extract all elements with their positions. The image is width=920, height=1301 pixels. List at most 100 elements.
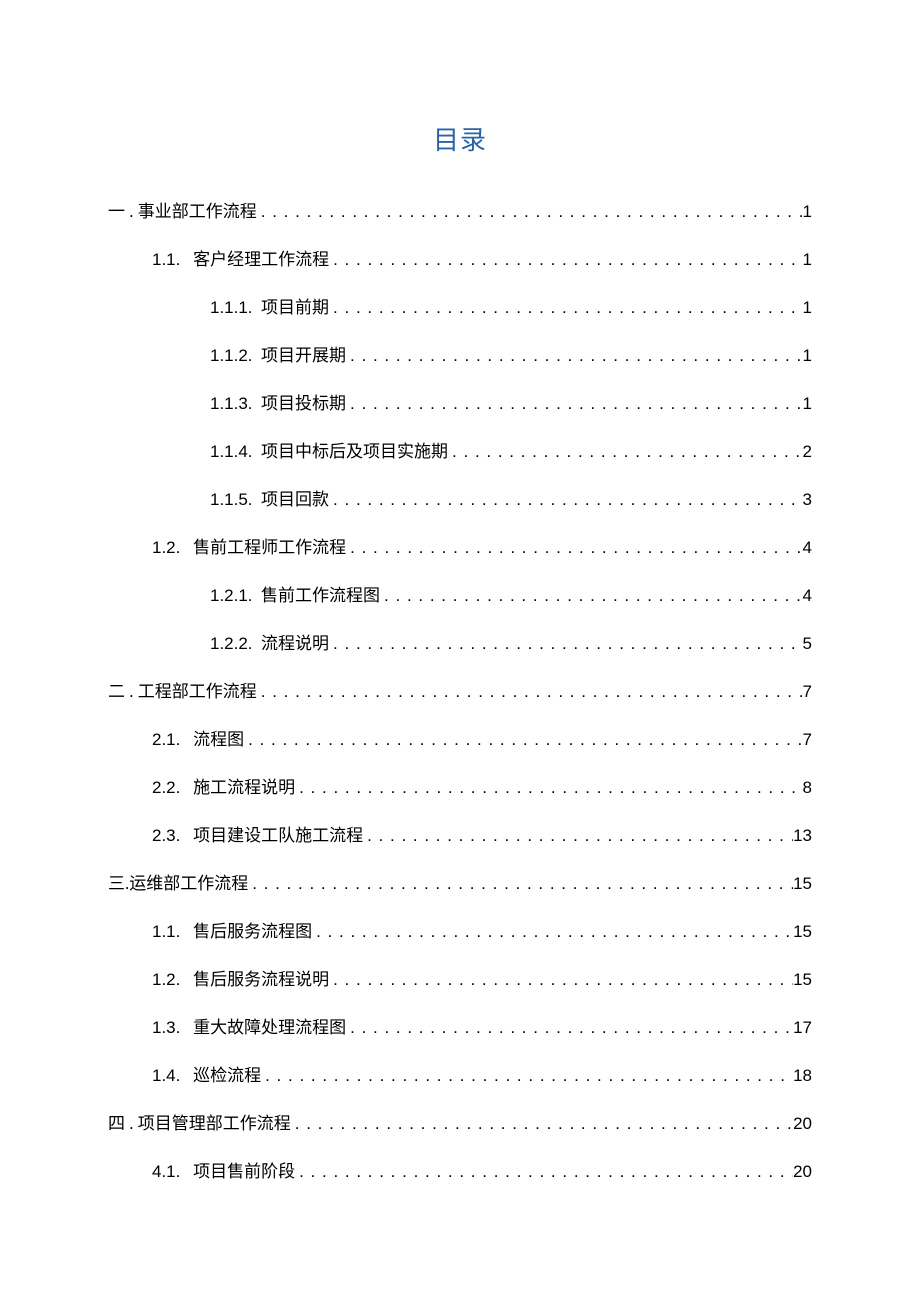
toc-entry-separator [253, 490, 262, 510]
toc-entry-label: 项目中标后及项目实施期 [261, 437, 448, 462]
toc-entry-label: 项目建设工队施工流程 [193, 821, 363, 846]
toc-entry-label: 项目投标期 [261, 389, 346, 414]
toc-dot-leader [261, 1066, 793, 1086]
toc-entry: 1.2. 售前工程师工作流程 4 [108, 533, 812, 581]
toc-entry: 1.4. 巡检流程 18 [108, 1061, 812, 1109]
toc-entry-separator [180, 250, 193, 270]
toc-entry-label: 售前工作流程图 [261, 581, 380, 606]
toc-entry-number: 1.1. [152, 250, 180, 270]
toc-entry-number: 1.2. [152, 538, 180, 558]
toc-entry-label: 流程说明 [261, 629, 329, 654]
toc-entry-separator [180, 730, 193, 750]
toc-entry-label: 项目售前阶段 [193, 1157, 295, 1182]
toc-entry-number: 1.1.1. [210, 298, 253, 318]
toc-entry: 1.1.3. 项目投标期 1 [108, 389, 812, 437]
toc-entry: 四 . 项目管理部工作流程 20 [108, 1109, 812, 1157]
toc-dot-leader [312, 922, 793, 942]
toc-entry-separator [180, 826, 193, 846]
toc-entry-separator: . [129, 1114, 138, 1134]
toc-entry-page: 1 [803, 394, 812, 414]
toc-entry-label: 事业部工作流程 [138, 197, 257, 222]
toc-dot-leader [257, 682, 803, 702]
toc-entry: 三.运维部工作流程 15 [108, 869, 812, 917]
toc-dot-leader [329, 490, 802, 510]
toc-entry-number: 4.1. [152, 1162, 180, 1182]
toc-entry: 1.1.4. 项目中标后及项目实施期2 [108, 437, 812, 485]
toc-entry-separator [253, 298, 262, 318]
toc-entry: 2.3. 项目建设工队施工流程 13 [108, 821, 812, 869]
toc-entry-separator [180, 778, 193, 798]
toc-dot-leader [346, 1018, 793, 1038]
toc-entry-page: 3 [803, 490, 812, 510]
toc-entry-label: 项目前期 [261, 293, 329, 318]
toc-entry-number: 2.1. [152, 730, 180, 750]
toc-dot-leader [291, 1114, 793, 1134]
toc-dot-leader [295, 1162, 793, 1182]
toc-entry-number: 2.2. [152, 778, 180, 798]
toc-entry-page: 18 [793, 1066, 812, 1086]
toc-entry-separator: . [129, 202, 138, 222]
toc-entry: 1.2.1. 售前工作流程图 4 [108, 581, 812, 629]
toc-entry-label: 巡检流程 [193, 1061, 261, 1086]
toc-entry-label: 售后服务流程说明 [193, 965, 329, 990]
toc-dot-leader [346, 538, 802, 558]
toc-entry-separator [180, 1018, 193, 1038]
toc-entry-page: 2 [803, 442, 812, 462]
toc-entry-number: 1.1.5. [210, 490, 253, 510]
toc-entry-number: 1.2.2. [210, 634, 253, 654]
toc-entry-number: 三. [108, 869, 129, 894]
toc-entry-separator [180, 922, 193, 942]
toc-entry-page: 15 [793, 874, 812, 894]
toc-list: 一 . 事业部工作流程 11.1. 客户经理工作流程 11.1.1. 项目前期1… [108, 197, 812, 1205]
toc-entry-page: 15 [793, 970, 812, 990]
toc-entry-separator [253, 634, 262, 654]
toc-entry: 1.1.1. 项目前期1 [108, 293, 812, 341]
toc-entry-page: 13 [793, 826, 812, 846]
toc-entry-separator: . [129, 682, 138, 702]
toc-entry-page: 8 [803, 778, 812, 798]
toc-entry-number: 1.2. [152, 970, 180, 990]
toc-dot-leader [329, 970, 793, 990]
toc-entry-label: 流程图 [193, 725, 244, 750]
toc-entry-number: 一 [108, 197, 129, 222]
document-page: 目录 一 . 事业部工作流程 11.1. 客户经理工作流程 11.1.1. 项目… [0, 0, 920, 1205]
toc-entry-number: 1.2.1. [210, 586, 253, 606]
toc-title: 目录 [108, 120, 812, 157]
toc-dot-leader [346, 346, 802, 366]
toc-entry-label: 售前工程师工作流程 [193, 533, 346, 558]
toc-entry-number: 1.1.2. [210, 346, 253, 366]
toc-dot-leader [448, 442, 802, 462]
toc-entry-page: 1 [803, 346, 812, 366]
toc-entry-separator [180, 1066, 193, 1086]
toc-dot-leader [329, 634, 802, 654]
toc-entry-label: 运维部工作流程 [129, 869, 248, 894]
toc-entry-number: 1.1.3. [210, 394, 253, 414]
toc-entry-page: 4 [803, 538, 812, 558]
toc-entry: 4.1. 项目售前阶段 20 [108, 1157, 812, 1205]
toc-entry: 2.1. 流程图 7 [108, 725, 812, 773]
toc-entry-label: 项目管理部工作流程 [138, 1109, 291, 1134]
toc-entry: 1.3. 重大故障处理流程图 17 [108, 1013, 812, 1061]
toc-entry-label: 项目回款 [261, 485, 329, 510]
toc-entry: 1.1.5. 项目回款 3 [108, 485, 812, 533]
toc-entry-page: 7 [803, 730, 812, 750]
toc-entry-separator [253, 586, 262, 606]
toc-entry-page: 15 [793, 922, 812, 942]
toc-entry-page: 1 [803, 250, 812, 270]
toc-entry-label: 客户经理工作流程 [193, 245, 329, 270]
toc-entry-label: 工程部工作流程 [138, 677, 257, 702]
toc-dot-leader [248, 874, 793, 894]
toc-entry: 1.2. 售后服务流程说明 15 [108, 965, 812, 1013]
toc-entry-number: 四 [108, 1109, 129, 1134]
toc-entry: 1.1.2. 项目开展期 1 [108, 341, 812, 389]
toc-entry-label: 施工流程说明 [193, 773, 295, 798]
toc-entry-page: 17 [793, 1018, 812, 1038]
toc-entry-page: 4 [803, 586, 812, 606]
toc-entry-number: 1.4. [152, 1066, 180, 1086]
toc-dot-leader [244, 730, 802, 750]
toc-dot-leader [257, 202, 803, 222]
toc-entry-number: 二 [108, 677, 129, 702]
toc-dot-leader [380, 586, 802, 606]
toc-entry: 一 . 事业部工作流程 1 [108, 197, 812, 245]
toc-entry-label: 项目开展期 [261, 341, 346, 366]
